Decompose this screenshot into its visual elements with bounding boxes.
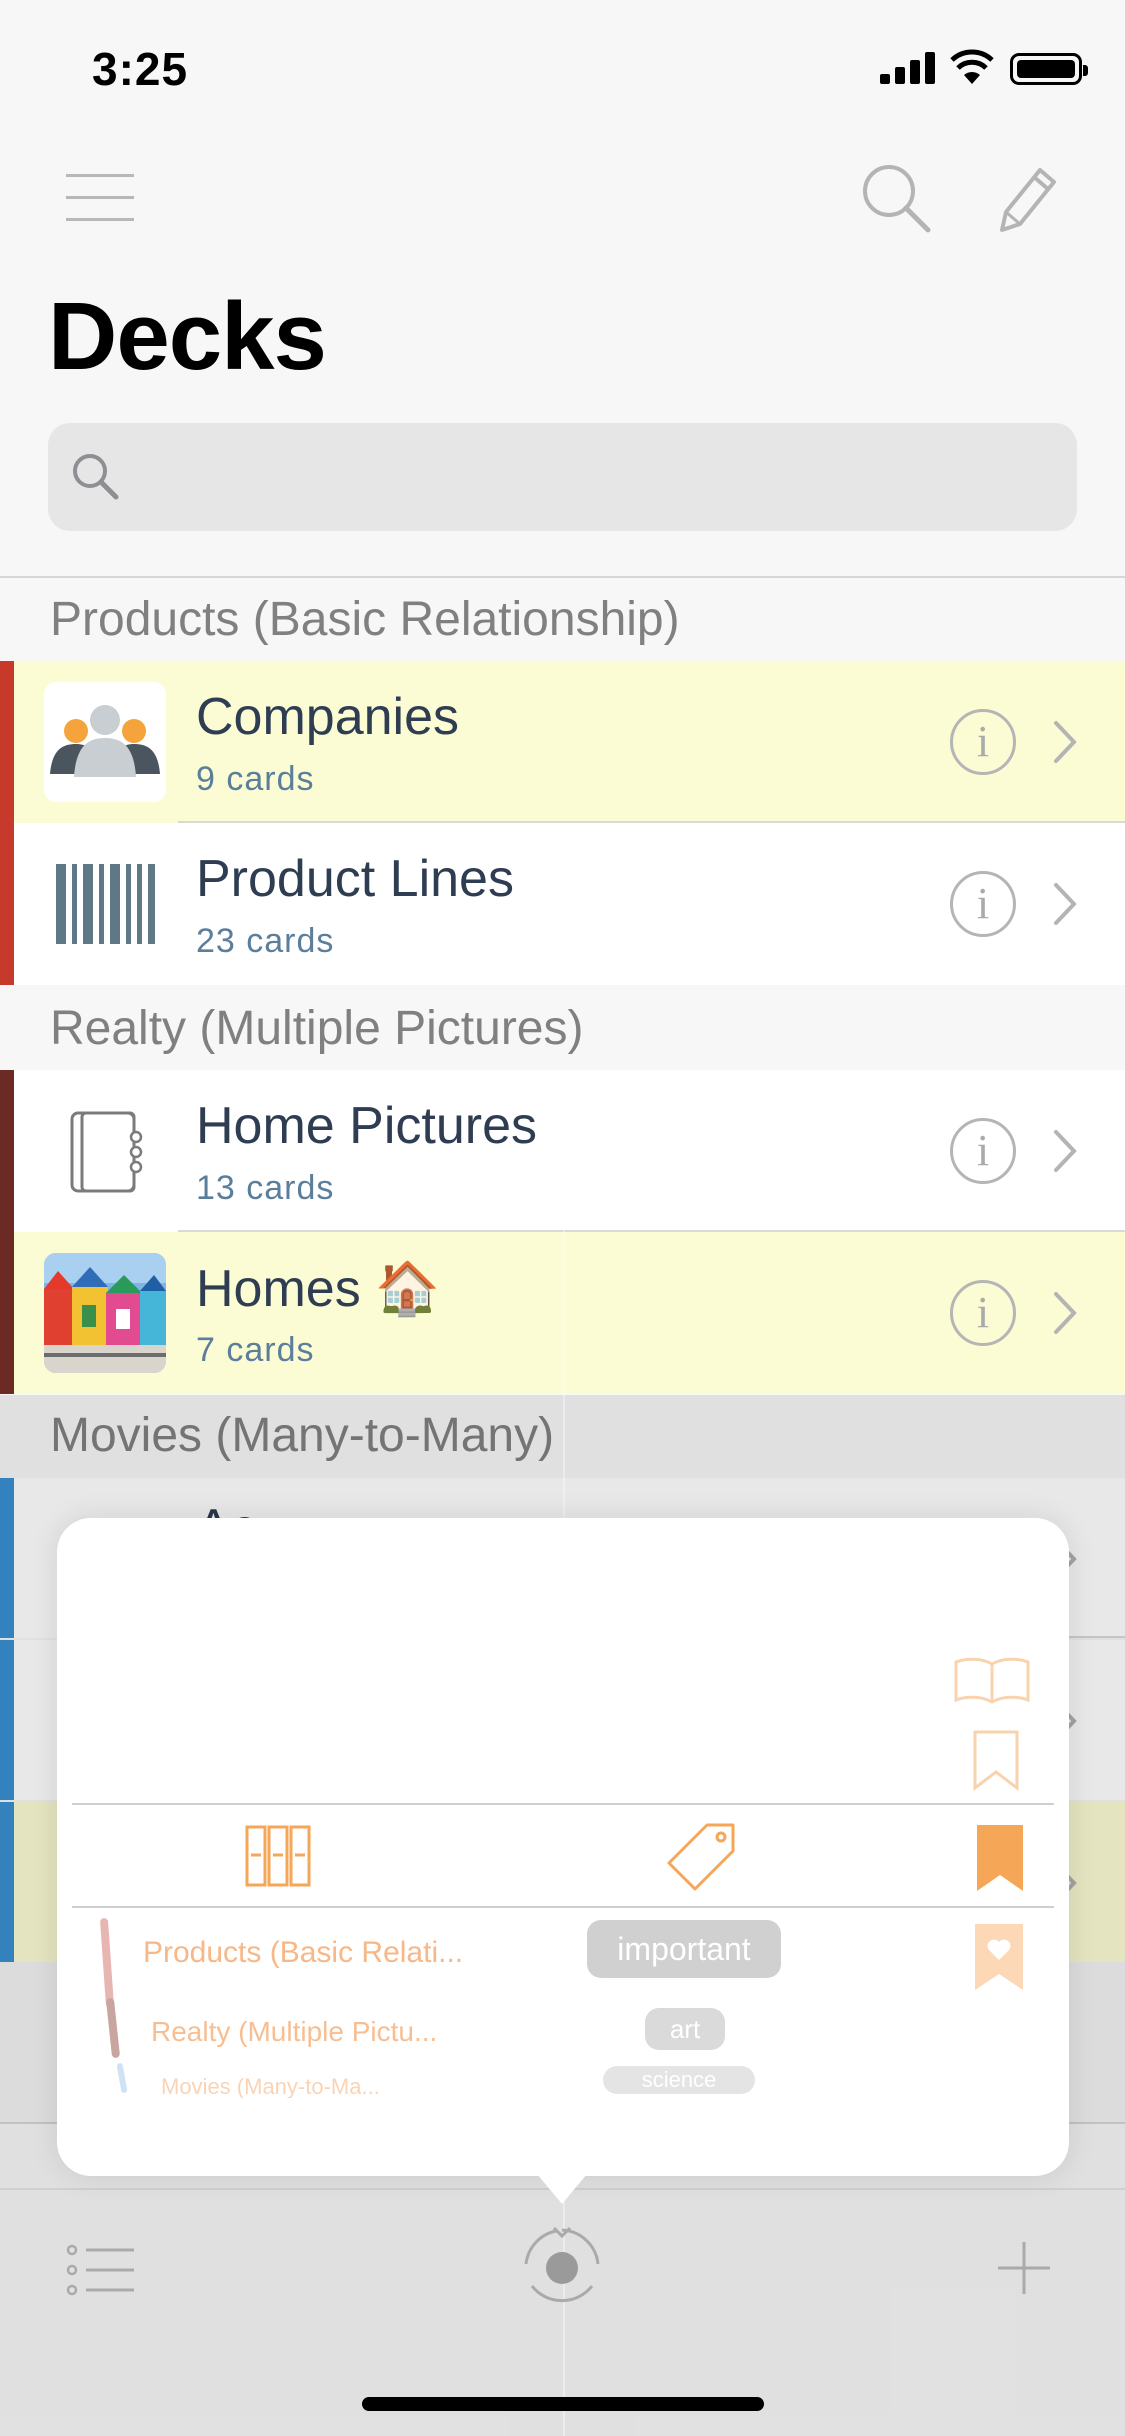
section-header-realty: Realty (Multiple Pictures) [50,1002,584,1055]
people-group-icon [44,682,166,802]
search-input[interactable] [138,443,1038,511]
deck-color-stripe [0,1070,14,1232]
hamburger-menu-icon[interactable] [66,170,134,226]
wifi-icon [950,49,994,84]
deck-card-count: 23 cards [196,922,335,960]
chevron-right-icon [1054,883,1077,925]
section-header-products: Products (Basic Relationship) [50,593,680,646]
info-button[interactable]: i [950,1118,1016,1184]
barcode-icon [44,844,166,964]
bookmark-outline-icon[interactable] [971,1728,1021,1792]
deck-title: Homes 🏠 [196,1260,440,1318]
chevron-right-icon [1054,1130,1077,1172]
filter-popover: Products (Basic Relati... Realty (Multip… [57,1518,1069,2176]
page-title: Decks [48,283,327,390]
filter-icon[interactable] [522,2224,602,2308]
plus-icon[interactable] [996,2240,1052,2296]
chevron-right-icon [1054,1292,1077,1334]
deck-title: Product Lines [196,850,514,908]
search-icon[interactable] [860,162,932,234]
search-field-icon [73,454,119,500]
deck-color-stripe [0,661,14,823]
deck-card-count: 9 cards [196,760,315,798]
picker-tag-important[interactable]: important [587,1920,781,1978]
home-indicator [362,2397,764,2411]
decks-icon[interactable] [243,1821,313,1891]
deck-row-companies[interactable]: Companies 9 cards i [0,661,1125,823]
deck-title: Home Pictures [196,1097,537,1155]
picker-deck-movies[interactable]: Movies (Many-to-Ma... [161,2074,380,2098]
divider [72,1803,1054,1805]
deck-color-stripe [116,2062,128,2094]
picker-deck-products[interactable]: Products (Basic Relati... [143,1936,463,1970]
chevron-right-icon [1054,721,1077,763]
picker-deck-realty[interactable]: Realty (Multiple Pictu... [151,2016,437,2048]
deck-color-stripe [0,823,14,985]
bookmark-heart-icon[interactable] [973,1922,1025,1992]
houses-photo [44,1253,166,1373]
open-book-icon[interactable] [952,1654,1032,1706]
battery-icon [1010,53,1088,85]
deck-card-count: 13 cards [196,1169,335,1207]
deck-row-home-pictures[interactable]: Home Pictures 13 cards i [0,1070,1125,1232]
cellular-signal-icon [880,52,936,84]
info-button[interactable]: i [950,1280,1016,1346]
deck-color-stripe [105,1997,121,2059]
pencil-edit-icon[interactable] [992,162,1058,234]
info-button[interactable]: i [950,871,1016,937]
picker-tag-science[interactable]: science [603,2066,755,2094]
deck-title: Companies [196,688,460,746]
info-button[interactable]: i [950,709,1016,775]
deck-row-product-lines[interactable]: Product Lines 23 cards i [0,823,1125,985]
list-icon[interactable] [66,2244,136,2296]
popover-arrow [532,2168,592,2204]
status-time: 3:25 [92,43,189,95]
notebook-icon [44,1091,166,1211]
status-bar: 3:25 [0,0,1125,135]
tag-icon[interactable] [661,1821,737,1893]
deck-card-count: 7 cards [196,1331,315,1369]
deck-color-stripe [99,1917,115,2009]
divider [72,1906,1054,1908]
deck-color-stripe [0,1232,14,1394]
divider [0,576,1125,578]
picker-tag-art[interactable]: art [645,2008,725,2050]
search-bar[interactable] [48,423,1077,531]
bookmark-filled-icon[interactable] [975,1823,1025,1893]
